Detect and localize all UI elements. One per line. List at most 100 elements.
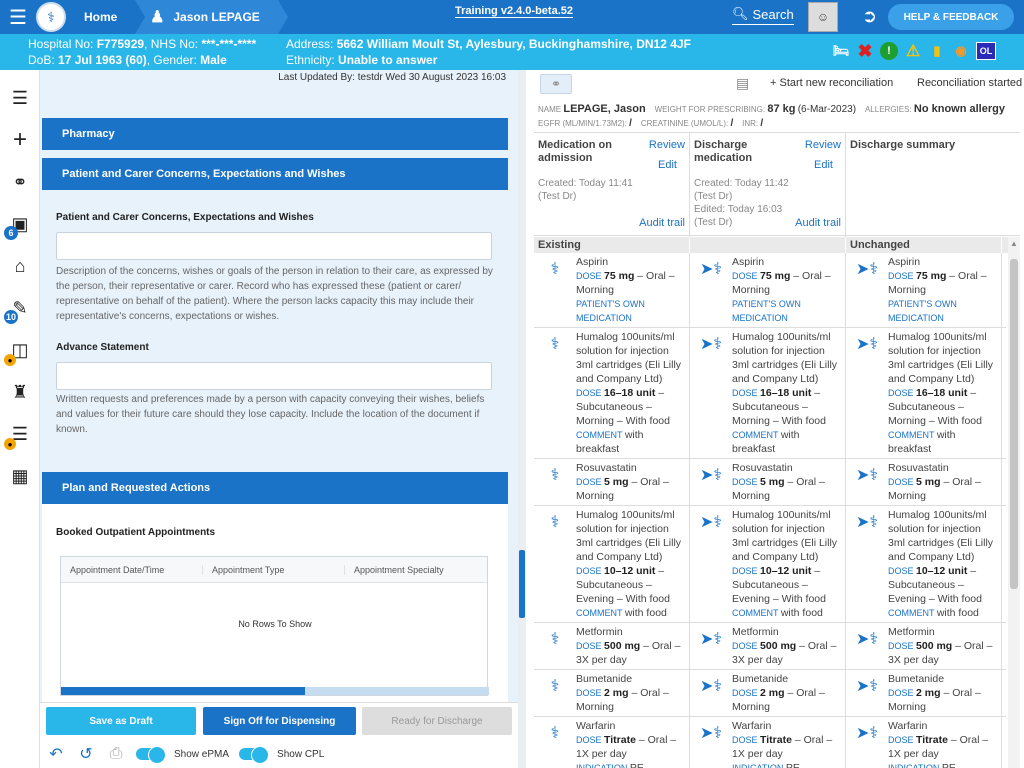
ready-for-discharge-button[interactable]: Ready for Discharge bbox=[362, 707, 512, 735]
exclamation-alert-icon[interactable]: ! bbox=[880, 42, 898, 60]
warning-icon[interactable]: ⚠ bbox=[904, 42, 922, 60]
user-avatar[interactable]: ☺ bbox=[808, 2, 838, 32]
plus-icon[interactable]: + bbox=[0, 122, 40, 158]
prescription-arrow-icon[interactable]: ➤⚕ bbox=[690, 255, 732, 325]
undo-icon[interactable]: ↶ bbox=[46, 744, 66, 764]
prescription-arrow-icon[interactable]: ➤⚕ bbox=[690, 719, 732, 768]
home-icon[interactable]: ⌂ bbox=[0, 248, 40, 284]
medication-cell[interactable]: ⚕ Bumetanide DOSE 2 mg – Oral – Morning bbox=[534, 670, 690, 716]
ol-badge[interactable]: OL bbox=[976, 42, 996, 60]
link-icon[interactable]: ⚭ bbox=[540, 74, 572, 94]
checklist-icon[interactable]: ☰ ● bbox=[0, 416, 40, 452]
prescription-arrow-icon[interactable]: ➤⚕ bbox=[846, 255, 888, 325]
medication-cell[interactable]: ➤⚕ Metformin DOSE 500 mg – Oral –3X per da… bbox=[846, 623, 1002, 669]
discharge-audit-link[interactable]: Audit trail bbox=[795, 217, 841, 229]
medication-cell[interactable]: ➤⚕ Aspirin DOSE 75 mg – Oral – Morning PATIE… bbox=[846, 253, 1002, 327]
medication-cell[interactable]: ⚕ Warfarin DOSE Titrate – Oral –1X per day… bbox=[534, 717, 690, 768]
medication-cell[interactable]: ➤⚕ Rosuvastatin DOSE 5 mg – Oral – Morning bbox=[846, 459, 1002, 505]
medication-cell[interactable]: ⚕ Humalog 100units/ml solution for inject… bbox=[534, 506, 690, 622]
camera-icon[interactable]: ▣ 6 bbox=[0, 206, 40, 242]
search-button[interactable]: 🔍︎ Search bbox=[732, 6, 794, 25]
medication-cell[interactable]: ➤⚕ Bumetanide DOSE 2 mg – Oral – Morning bbox=[846, 670, 1002, 716]
discharge-review-link[interactable]: Review bbox=[805, 139, 841, 151]
medication-cell[interactable]: ➤⚕ Warfarin DOSE Titrate – Oral –1X per da… bbox=[690, 717, 846, 768]
medication-cell[interactable]: ➤⚕ Humalog 100units/ml solution for injec… bbox=[690, 506, 846, 622]
show-cpl-toggle[interactable] bbox=[239, 746, 270, 764]
start-reconciliation-button[interactable]: + Start new reconciliation bbox=[770, 77, 893, 89]
pill-icon[interactable]: ◉ bbox=[952, 42, 970, 60]
prescription-arrow-icon[interactable]: ➤⚕ bbox=[846, 672, 888, 714]
prescription-arrow-icon[interactable]: ➤⚕ bbox=[690, 625, 732, 667]
medication-cell[interactable]: ➤⚕ Humalog 100units/ml solution for injec… bbox=[690, 328, 846, 458]
prescription-arrow-icon[interactable]: ➤⚕ bbox=[846, 719, 888, 768]
medication-row: ⚕ Humalog 100units/ml solution for inject… bbox=[534, 506, 1006, 623]
prescription-arrow-icon[interactable]: ➤⚕ bbox=[690, 330, 732, 456]
table-icon[interactable]: ▦ bbox=[0, 458, 40, 494]
save-draft-button[interactable]: Save as Draft bbox=[46, 707, 196, 735]
prescription-arrow-icon[interactable]: ➤⚕ bbox=[690, 672, 732, 714]
pharmacy-section-header[interactable]: Pharmacy bbox=[42, 118, 508, 150]
prescription-arrow-icon[interactable]: ➤⚕ bbox=[690, 461, 732, 503]
prescription-arrow-icon[interactable]: ➤⚕ bbox=[846, 508, 888, 620]
medication-cell[interactable]: ➤⚕ Rosuvastatin DOSE 5 mg – Oral – Morning bbox=[690, 459, 846, 505]
bed-icon[interactable]: 🛏︎ bbox=[832, 42, 850, 60]
prescription-arrow-icon[interactable]: ➤⚕ bbox=[690, 508, 732, 620]
reconciliation-started-tab[interactable]: Reconciliation started bbox=[917, 77, 1022, 89]
grid-scroll-thumb[interactable] bbox=[61, 687, 305, 695]
concerns-section-header[interactable]: Patient and Carer Concerns, Expectations… bbox=[42, 158, 508, 190]
medication-cell[interactable]: ➤⚕ Bumetanide DOSE 2 mg – Oral – Morning bbox=[690, 670, 846, 716]
medication-cell[interactable]: ⚕ Rosuvastatin DOSE 5 mg – Oral – Morning bbox=[534, 459, 690, 505]
splitter-thumb[interactable] bbox=[519, 550, 525, 618]
show-epma-toggle[interactable] bbox=[136, 746, 166, 764]
admission-edit-link[interactable]: Edit bbox=[658, 159, 677, 171]
pane-splitter[interactable] bbox=[518, 70, 526, 768]
discharge-icon[interactable]: ♜ bbox=[0, 374, 40, 410]
grid-horizontal-scrollbar[interactable] bbox=[61, 687, 489, 695]
prescription-icon[interactable]: ⚕ bbox=[534, 625, 576, 667]
medication-cell[interactable]: ⚕ Metformin DOSE 500 mg – Oral –3X per day bbox=[534, 623, 690, 669]
medication-cell[interactable]: ➤⚕ Humalog 100units/ml solution for injec… bbox=[846, 328, 1002, 458]
prescription-arrow-icon[interactable]: ➤⚕ bbox=[846, 625, 888, 667]
list-icon[interactable]: ☰ bbox=[0, 80, 40, 116]
grid-column-date[interactable]: Appointment Date/Time bbox=[61, 564, 204, 575]
admission-review-link[interactable]: Review bbox=[649, 139, 685, 151]
document-icon[interactable]: ▤ bbox=[736, 75, 749, 92]
breadcrumb-patient[interactable]: ♟ Jason LEPAGE bbox=[135, 0, 289, 34]
prescription-icon[interactable]: ⚕ bbox=[534, 330, 576, 456]
history-icon[interactable]: ↺ bbox=[76, 744, 96, 764]
prescription-icon[interactable]: ⚕ bbox=[534, 719, 576, 768]
prescription-arrow-icon[interactable]: ➤⚕ bbox=[846, 330, 888, 456]
prescription-icon[interactable]: ⚕ bbox=[534, 508, 576, 620]
medication-cell[interactable]: ➤⚕ Aspirin DOSE 75 mg – Oral – Morning PATIE… bbox=[690, 253, 846, 327]
stethoscope-icon[interactable]: ⚭ bbox=[0, 164, 40, 200]
scroll-up-icon[interactable]: ▲ bbox=[1010, 239, 1018, 248]
prescription-icon[interactable]: ⚕ bbox=[534, 672, 576, 714]
sign-out-icon[interactable]: ➲ bbox=[862, 6, 877, 27]
medication-cell[interactable]: ➤⚕ Humalog 100units/ml solution for injec… bbox=[846, 506, 1002, 622]
medication-cell[interactable]: ➤⚕ Warfarin DOSE Titrate – Oral –1X per da… bbox=[846, 717, 1002, 768]
admission-audit-link[interactable]: Audit trail bbox=[639, 217, 685, 229]
sign-off-button[interactable]: Sign Off for Dispensing bbox=[203, 707, 356, 735]
print-icon[interactable]: ⎙ bbox=[106, 745, 126, 763]
prescription-icon[interactable]: ⚕ bbox=[534, 461, 576, 503]
medication-cell[interactable]: ⚕ Humalog 100units/ml solution for inject… bbox=[534, 328, 690, 458]
discharge-edit-link[interactable]: Edit bbox=[814, 159, 833, 171]
medication-cell[interactable]: ➤⚕ Metformin DOSE 500 mg – Oral –3X per da… bbox=[690, 623, 846, 669]
prescription-arrow-icon[interactable]: ➤⚕ bbox=[846, 461, 888, 503]
clipboard-alert-icon[interactable]: ▮ bbox=[928, 42, 946, 60]
medication-list-scrollbar[interactable]: ▲ bbox=[1008, 237, 1020, 768]
grid-column-type[interactable]: Appointment Type bbox=[203, 564, 346, 575]
help-feedback-button[interactable]: HELP & FEEDBACK bbox=[888, 4, 1014, 30]
cross-alert-icon[interactable]: ✖ bbox=[856, 41, 874, 61]
grid-column-specialty[interactable]: Appointment Specialty bbox=[345, 565, 487, 575]
briefcase-icon[interactable]: ◫ ● bbox=[0, 332, 40, 368]
breadcrumb-home[interactable]: Home bbox=[72, 0, 146, 34]
edit-icon[interactable]: ✎ 10 bbox=[0, 290, 40, 326]
medication-cell[interactable]: ⚕ Aspirin DOSE 75 mg – Oral – Morning PATIEN… bbox=[534, 253, 690, 327]
medication-scroll-thumb[interactable] bbox=[1010, 259, 1018, 589]
hamburger-menu-icon[interactable]: ☰ bbox=[0, 0, 36, 34]
prescription-icon[interactable]: ⚕ bbox=[534, 255, 576, 325]
plan-section-header[interactable]: Plan and Requested Actions bbox=[42, 472, 508, 504]
concerns-input[interactable] bbox=[56, 232, 492, 260]
advance-statement-input[interactable] bbox=[56, 362, 492, 390]
